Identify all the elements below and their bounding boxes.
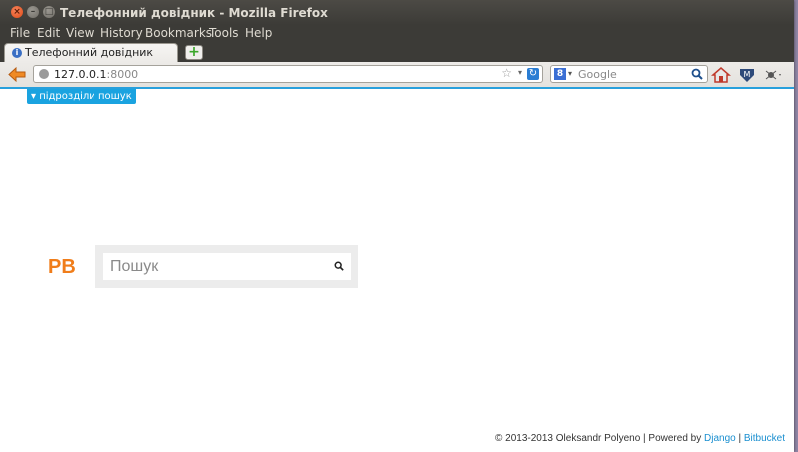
web-search-bar[interactable]: 8 ▾ Google xyxy=(550,65,708,83)
menu-file[interactable]: File xyxy=(10,26,30,40)
menu-bookmarks[interactable]: Bookmarks xyxy=(145,26,212,40)
close-window-button[interactable]: × xyxy=(11,6,23,18)
minimize-window-button[interactable]: – xyxy=(27,6,39,18)
footer-separator: | xyxy=(735,433,744,444)
bug-addon-icon[interactable] xyxy=(762,65,782,85)
search-form xyxy=(95,245,358,288)
bookmark-star-icon[interactable]: ☆ xyxy=(501,66,512,80)
django-link[interactable]: Django xyxy=(704,433,736,444)
navigation-toolbar: 127.0.0.1:8000 ☆ ▾ ↻ 8 ▾ Google M xyxy=(0,62,794,89)
url-history-dropdown-icon[interactable]: ▾ xyxy=(518,68,522,77)
url-host: 127.0.0.1 xyxy=(54,68,107,81)
window-title: Телефонний довідник - Mozilla Firefox xyxy=(60,6,328,20)
search-engine-placeholder: Google xyxy=(578,68,617,81)
tab-strip: i Телефонний довідник + xyxy=(0,42,794,62)
home-icon[interactable] xyxy=(711,65,731,85)
google-engine-icon[interactable]: 8 xyxy=(554,68,566,80)
bitbucket-link[interactable]: Bitbucket xyxy=(744,433,785,444)
search-icon[interactable] xyxy=(691,68,703,80)
title-bar: × – □ Телефонний довідник - Mozilla Fire… xyxy=(0,0,794,25)
tab-title: Телефонний довідник xyxy=(25,46,154,59)
menu-tools[interactable]: Tools xyxy=(209,26,239,40)
footer: © 2013-2013 Oleksandr Polyeno | Powered … xyxy=(495,433,785,444)
bookmark-addon-icon[interactable]: M xyxy=(737,65,757,85)
site-logo[interactable]: PB xyxy=(48,256,76,279)
new-tab-button[interactable]: + xyxy=(185,45,203,60)
back-arrow-icon[interactable] xyxy=(7,66,27,83)
browser-window: × – □ Телефонний довідник - Mozilla Fire… xyxy=(0,0,794,452)
menu-view[interactable]: View xyxy=(66,26,94,40)
page-content: ▾ підрозділи пошук PB © 2013-2013 Oleksa… xyxy=(0,89,794,452)
globe-icon xyxy=(39,69,49,79)
url-text[interactable]: 127.0.0.1:8000 xyxy=(54,68,138,81)
menu-history[interactable]: History xyxy=(100,26,143,40)
search-nav-link[interactable]: пошук xyxy=(94,89,136,104)
url-port: :8000 xyxy=(106,68,139,81)
search-submit-button[interactable] xyxy=(327,253,351,280)
tab-phone-directory[interactable]: i Телефонний довідник xyxy=(4,43,178,62)
menu-bar: File Edit View History Bookmarks Tools H… xyxy=(0,25,794,42)
departments-dropdown-link[interactable]: ▾ підрозділи xyxy=(27,89,100,104)
info-icon: i xyxy=(12,48,22,58)
url-bar[interactable]: 127.0.0.1:8000 ☆ ▾ ↻ xyxy=(33,65,543,83)
engine-dropdown-icon[interactable]: ▾ xyxy=(568,69,572,78)
maximize-window-button[interactable]: □ xyxy=(43,6,55,18)
menu-edit[interactable]: Edit xyxy=(37,26,60,40)
reload-icon[interactable]: ↻ xyxy=(527,68,539,80)
search-input[interactable] xyxy=(103,253,327,280)
footer-text: © 2013-2013 Oleksandr Polyeno | Powered … xyxy=(495,433,704,444)
menu-help[interactable]: Help xyxy=(245,26,272,40)
search-icon xyxy=(334,261,344,271)
svg-text:M: M xyxy=(744,70,751,79)
